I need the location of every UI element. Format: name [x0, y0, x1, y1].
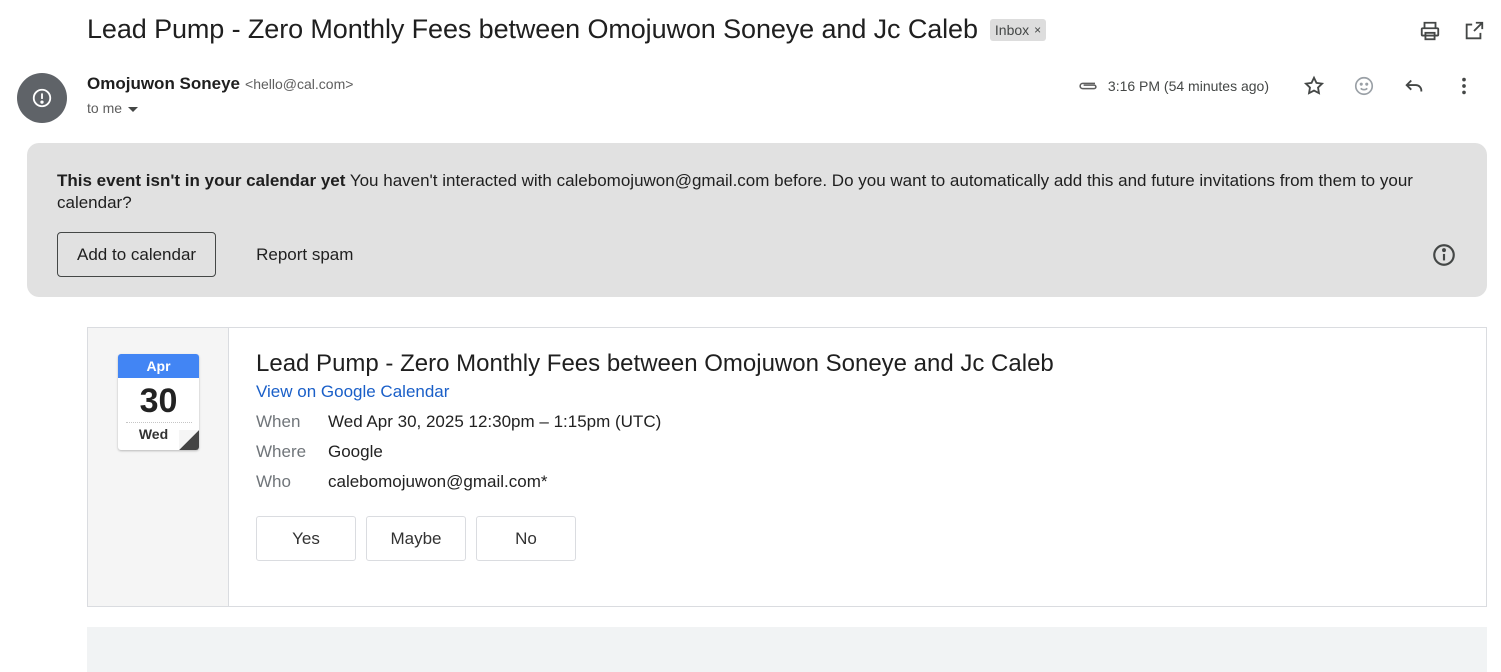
calendar-warning-banner: This event isn't in your calendar yet Yo…	[27, 143, 1487, 297]
event-where-value: Google	[328, 442, 383, 461]
message-timestamp: 3:16 PM (54 minutes ago)	[1107, 78, 1269, 94]
info-icon[interactable]	[1431, 242, 1457, 268]
rsvp-buttons: Yes Maybe No	[256, 516, 1054, 561]
reply-icon[interactable]	[1389, 72, 1439, 100]
calendar-date-column: Apr 30 Wed	[88, 328, 229, 606]
email-body-continuation	[87, 627, 1487, 672]
calendar-day: 30	[139, 382, 178, 420]
banner-title: This event isn't in your calendar yet	[57, 171, 346, 190]
calendar-month: Apr	[118, 354, 199, 378]
report-spam-button[interactable]: Report spam	[236, 232, 373, 277]
event-info: Lead Pump - Zero Monthly Fees between Om…	[256, 350, 1054, 561]
paperclip-icon	[1076, 77, 1100, 95]
sender-avatar[interactable]	[17, 73, 67, 123]
emoji-icon[interactable]	[1339, 72, 1389, 100]
remove-label-icon[interactable]: ×	[1034, 23, 1041, 37]
label-text: Inbox	[994, 21, 1030, 38]
star-icon[interactable]	[1289, 72, 1339, 100]
more-vert-icon[interactable]	[1439, 72, 1489, 100]
calendar-date-tile: Apr 30 Wed	[118, 354, 199, 450]
event-when-row: When Wed Apr 30, 2025 12:30pm – 1:15pm (…	[256, 412, 1054, 432]
message-meta: 3:16 PM (54 minutes ago)	[1076, 72, 1489, 100]
recipient-text: to me	[87, 100, 123, 116]
inbox-label-chip[interactable]: Inbox ×	[989, 18, 1047, 41]
rsvp-no-button[interactable]: No	[476, 516, 576, 561]
recipient-details-toggle[interactable]: to me	[87, 100, 353, 116]
printer-icon[interactable]	[1417, 18, 1443, 44]
chevron-down-icon	[128, 106, 139, 112]
view-on-google-calendar-link[interactable]: View on Google Calendar	[256, 382, 449, 402]
sender-block: Omojuwon Soneye <hello@cal.com> to me	[87, 74, 353, 116]
sender-name[interactable]: Omojuwon Soneye	[87, 74, 240, 94]
sender-email: <hello@cal.com>	[245, 76, 354, 92]
banner-message: This event isn't in your calendar yet Yo…	[57, 170, 1452, 214]
rsvp-yes-button[interactable]: Yes	[256, 516, 356, 561]
event-where-row: Where Google	[256, 442, 1054, 462]
calendar-invite-card: Apr 30 Wed Lead Pump - Zero Monthly Fees…	[87, 327, 1487, 607]
email-subject-row: Lead Pump - Zero Monthly Fees between Om…	[87, 14, 1047, 45]
add-to-calendar-button[interactable]: Add to calendar	[57, 232, 217, 277]
open-in-new-window-icon[interactable]	[1461, 18, 1487, 44]
event-title: Lead Pump - Zero Monthly Fees between Om…	[256, 350, 1054, 377]
event-who-label: Who	[256, 472, 291, 491]
email-subject: Lead Pump - Zero Monthly Fees between Om…	[87, 14, 978, 44]
event-who-value: calebomojuwon@gmail.com*	[328, 472, 548, 491]
rsvp-maybe-button[interactable]: Maybe	[366, 516, 466, 561]
event-where-label: Where	[256, 442, 307, 461]
event-when-value: Wed Apr 30, 2025 12:30pm – 1:15pm (UTC)	[328, 412, 662, 431]
event-when-label: When	[256, 412, 301, 431]
alert-icon	[32, 88, 52, 108]
calendar-divider	[125, 422, 192, 423]
event-who-row: Who calebomojuwon@gmail.com*	[256, 472, 1054, 492]
top-actions	[1417, 18, 1487, 44]
page-fold-highlight	[179, 430, 199, 450]
